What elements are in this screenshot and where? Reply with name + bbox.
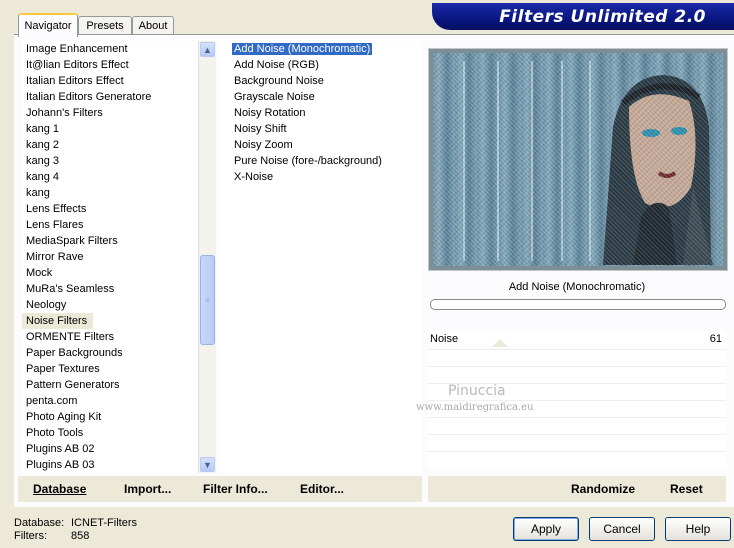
filter-list[interactable]: Add Noise (Monochromatic) Add Noise (RGB)… [220, 41, 422, 473]
category-item[interactable]: Plugins AB 03 [22, 457, 198, 473]
category-item[interactable]: penta.com [22, 393, 198, 409]
noise-slider[interactable]: Noise 61 [428, 331, 726, 348]
filter-item-label: Background Noise [234, 75, 324, 87]
category-item[interactable]: Plugins AB 02 [22, 441, 198, 457]
filter-item[interactable]: X-Noise [220, 169, 422, 185]
category-item[interactable]: Photo Aging Kit [22, 409, 198, 425]
category-scrollbar[interactable]: ▲ ≡ ▼ [198, 41, 216, 473]
filter-item[interactable]: Add Noise (Monochromatic) [220, 41, 422, 57]
cancel-button[interactable]: Cancel [589, 517, 655, 541]
preview-frame [428, 48, 728, 271]
tab-navigator[interactable]: Navigator [18, 13, 78, 37]
category-item[interactable]: MediaSpark Filters [22, 233, 198, 249]
filter-item[interactable]: Add Noise (RGB) [220, 57, 422, 73]
category-item[interactable]: kang [22, 185, 198, 201]
slider-thumb[interactable] [492, 339, 508, 347]
category-item[interactable]: Italian Editors Effect [22, 73, 198, 89]
category-list[interactable]: Image Enhancement It@lian Editors Effect I… [22, 41, 198, 473]
filter-item[interactable]: Background Noise [220, 73, 422, 89]
randomize-button[interactable]: Randomize [571, 482, 635, 496]
filter-item-label: Add Noise (RGB) [234, 59, 319, 71]
help-button[interactable]: Help [665, 517, 731, 541]
filter-item-label: Noisy Shift [234, 123, 287, 135]
category-item[interactable]: MuRa's Seamless [22, 281, 198, 297]
category-item[interactable]: Mock [22, 265, 198, 281]
watermark-url: www.maidiregrafica.eu [416, 402, 534, 413]
watermark-name: Pinuccia [448, 383, 506, 399]
status-filters-value: 858 [71, 530, 90, 542]
tab-about[interactable]: About [132, 16, 174, 35]
category-item[interactable]: kang 1 [22, 121, 198, 137]
slider-label: Noise [430, 333, 459, 345]
plugin-banner: Filters Unlimited 2.0 [432, 3, 734, 30]
preview-image [433, 53, 723, 266]
tab-presets[interactable]: Presets [78, 16, 132, 35]
filter-item[interactable]: Pure Noise (fore-/background) [220, 153, 422, 169]
category-item[interactable]: Neology [22, 297, 198, 313]
import-button[interactable]: Import... [124, 482, 171, 496]
scroll-down-arrow-icon[interactable]: ▼ [200, 457, 215, 472]
category-item[interactable]: kang 4 [22, 169, 198, 185]
scroll-up-arrow-icon[interactable]: ▲ [200, 42, 215, 57]
category-item[interactable]: Italian Editors Generatore [22, 89, 198, 105]
window-edge [0, 0, 10, 548]
category-item[interactable]: kang 3 [22, 153, 198, 169]
status-database-value: ICNET-Filters [71, 517, 137, 529]
empty-slider-row [428, 451, 726, 468]
status-filters: Filters: 858 [14, 530, 89, 542]
empty-slider-row [428, 417, 726, 434]
filter-item[interactable]: Noisy Shift [220, 121, 422, 137]
status-database-label: Database: [14, 517, 65, 529]
filter-item-label: Pure Noise (fore-/background) [234, 155, 382, 167]
category-item[interactable]: Johann's Filters [22, 105, 198, 121]
banner-title: Filters Unlimited 2.0 [499, 7, 706, 27]
reset-button[interactable]: Reset [670, 482, 703, 496]
empty-slider-row [428, 349, 726, 366]
apply-button[interactable]: Apply [513, 517, 579, 541]
category-item[interactable]: It@lian Editors Effect [22, 57, 198, 73]
filter-item-label: Noisy Rotation [234, 107, 306, 119]
scroll-thumb[interactable]: ≡ [200, 255, 215, 345]
category-item[interactable]: ORMENTE Filters [22, 329, 198, 345]
category-item[interactable]: Noise Filters [22, 313, 94, 329]
current-filter-name: Add Noise (Monochromatic) [508, 281, 646, 293]
category-item[interactable]: Photo Tools [22, 425, 198, 441]
filter-item-label: Add Noise (Monochromatic) [232, 43, 373, 55]
category-item[interactable]: Paper Backgrounds [22, 345, 198, 361]
filter-item[interactable]: Grayscale Noise [220, 89, 422, 105]
category-item[interactable]: Lens Flares [22, 217, 198, 233]
filter-item-label: X-Noise [234, 171, 274, 183]
filter-info-button[interactable]: Filter Info... [203, 482, 268, 496]
status-filters-label: Filters: [14, 530, 47, 542]
category-item[interactable]: Mirror Rave [22, 249, 198, 265]
category-item[interactable]: Image Enhancement [22, 41, 198, 57]
editor-button[interactable]: Editor... [300, 482, 344, 496]
category-item[interactable]: Paper Textures [22, 361, 198, 377]
category-item[interactable]: Lens Effects [22, 201, 198, 217]
filter-item-label: Noisy Zoom [234, 139, 293, 151]
filter-item-label: Grayscale Noise [234, 91, 315, 103]
filter-item[interactable]: Noisy Zoom [220, 137, 422, 153]
category-item[interactable]: Pattern Generators [22, 377, 198, 393]
category-item[interactable]: kang 2 [22, 137, 198, 153]
right-action-bar: Randomize Reset [428, 476, 726, 502]
empty-slider-row [428, 434, 726, 451]
progress-bar [430, 299, 726, 310]
empty-slider-row [428, 366, 726, 383]
slider-value: 61 [709, 333, 722, 345]
left-action-bar: Database Import... Filter Info... Editor… [18, 476, 422, 502]
status-database: Database: ICNET-Filters [14, 517, 137, 529]
filter-item[interactable]: Noisy Rotation [220, 105, 422, 121]
database-button[interactable]: Database [33, 482, 86, 496]
